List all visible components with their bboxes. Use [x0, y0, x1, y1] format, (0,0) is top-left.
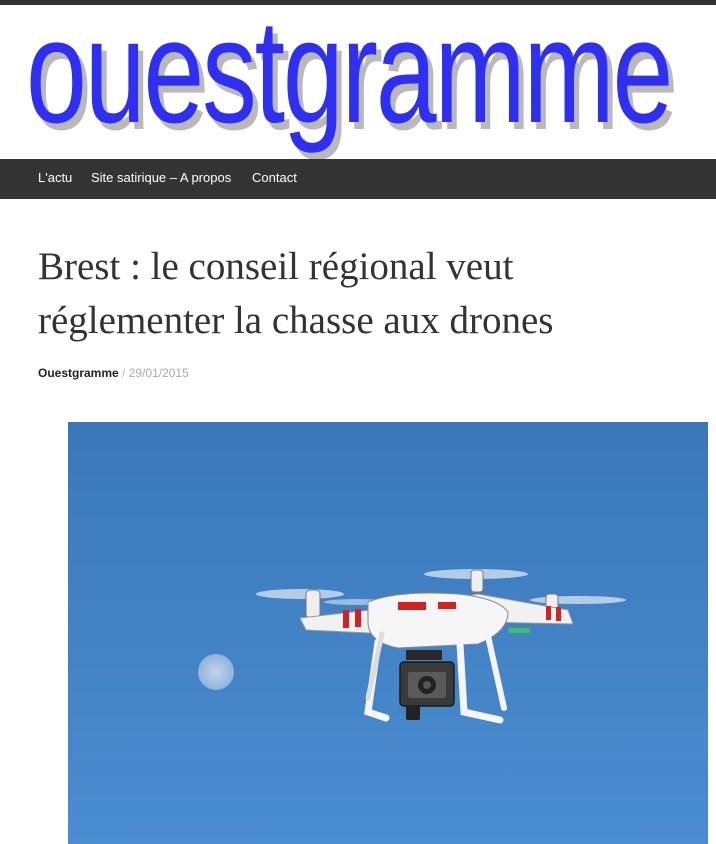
post-date: 29/01/2015 [128, 366, 189, 380]
site-header: ouestgramme [0, 5, 716, 159]
post-title: Brest : le conseil régional veut régleme… [38, 245, 554, 342]
post-byline: Ouestgramme / 29/01/2015 [38, 366, 189, 380]
byline-separator: / [118, 366, 129, 380]
drone-photo [68, 422, 708, 844]
nav-item-about[interactable]: Site satirique – A propos [91, 159, 231, 199]
moon [198, 654, 234, 690]
site-logo[interactable]: ouestgramme [26, 5, 673, 146]
author-link[interactable]: Ouestgramme [38, 366, 119, 380]
featured-image [68, 422, 708, 844]
nav-item-actu[interactable]: L'actu [38, 159, 72, 199]
nav-item-contact[interactable]: Contact [252, 159, 297, 199]
main-navbar: L'actu Site satirique – A propos Contact [0, 159, 716, 199]
